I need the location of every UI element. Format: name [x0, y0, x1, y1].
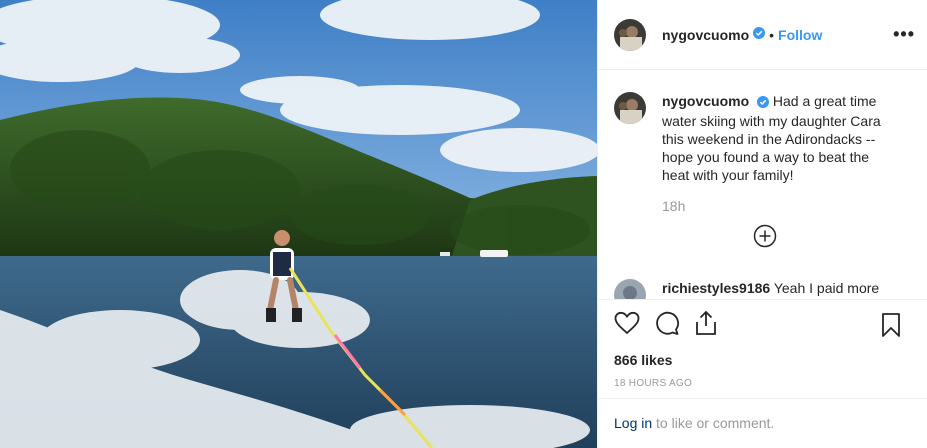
post-actions: 866 likes 18 HOURS AGO [598, 299, 927, 389]
instagram-post: nygovcuomo • Follow ••• nygovcuomo Had a… [0, 0, 927, 448]
like-count[interactable]: 866 likes [614, 352, 911, 368]
comment-body: richiestyles9186 Yeah I paid more [662, 279, 886, 299]
separator-dot: • [769, 26, 775, 43]
login-prompt: Log in to like or comment. [598, 398, 927, 448]
verified-badge-icon [757, 94, 770, 112]
action-icons [614, 310, 911, 340]
heart-icon[interactable] [614, 311, 654, 340]
post-sidebar: nygovcuomo • Follow ••• nygovcuomo Had a… [597, 0, 927, 448]
more-options-icon[interactable]: ••• [893, 24, 915, 45]
caption-avatar[interactable] [614, 92, 646, 124]
share-icon[interactable] [694, 310, 732, 341]
caption-time: 18h [662, 198, 686, 214]
caption-username[interactable]: nygovcuomo [662, 93, 749, 109]
comment-avatar[interactable] [614, 279, 646, 299]
water-skiing-photo [0, 0, 597, 448]
bookmark-icon[interactable] [881, 312, 915, 343]
login-prompt-text: to like or comment. [652, 415, 775, 431]
comment-text: Yeah I paid more [773, 280, 880, 296]
comments-section: nygovcuomo Had a great time water skiing… [598, 70, 927, 299]
verified-badge-icon [753, 26, 766, 44]
follow-button[interactable]: Follow [778, 27, 822, 43]
load-more-comments-icon[interactable] [753, 224, 777, 253]
avatar-image [614, 279, 646, 299]
comment-username[interactable]: richiestyles9186 [662, 280, 770, 296]
avatar[interactable] [614, 18, 646, 51]
comment-icon[interactable] [654, 310, 694, 341]
caption-body: nygovcuomo Had a great time water skiing… [662, 92, 886, 184]
header-username[interactable]: nygovcuomo [662, 27, 749, 43]
comment-item: richiestyles9186 Yeah I paid more [614, 279, 886, 299]
avatar-image [614, 92, 646, 124]
post-header: nygovcuomo • Follow ••• [598, 0, 927, 70]
avatar-image [614, 18, 646, 51]
login-link[interactable]: Log in [614, 415, 652, 431]
caption: nygovcuomo Had a great time water skiing… [614, 92, 911, 184]
post-photo[interactable] [0, 0, 597, 448]
post-timestamp[interactable]: 18 HOURS AGO [614, 378, 911, 389]
